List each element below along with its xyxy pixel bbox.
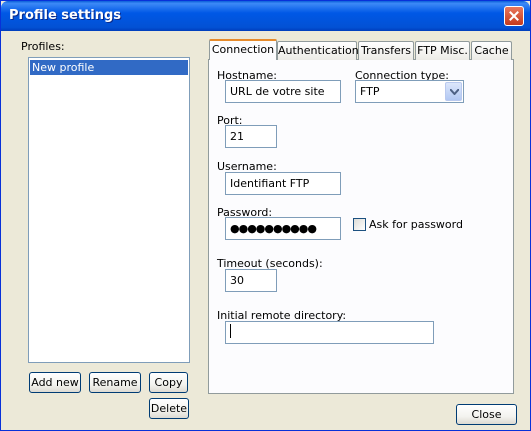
port-input[interactable]: 21 [225,125,277,148]
text-caret [230,324,231,338]
chevron-down-icon[interactable] [445,82,462,101]
ask-password-checkbox[interactable] [353,218,366,231]
tab-ftp-misc[interactable]: FTP Misc. [415,41,470,60]
copy-button[interactable]: Copy [149,372,188,393]
timeout-input[interactable]: 30 [225,269,277,292]
hostname-input[interactable]: URL de votre site [225,80,341,103]
username-input[interactable]: Identifiant FTP [225,172,341,195]
window-title: Profile settings [9,8,122,23]
tab-authentication[interactable]: Authentication [277,41,359,60]
add-new-button[interactable]: Add new [29,372,81,393]
password-input[interactable]: ●●●●●●●●●● [225,217,341,240]
tab-transfers[interactable]: Transfers [358,41,414,60]
tab-cache[interactable]: Cache [471,41,512,60]
window-close-icon[interactable] [504,6,524,26]
ask-password-label: Ask for password [369,218,463,231]
connection-type-value: FTP [360,85,380,98]
connection-type-select[interactable]: FTP [355,80,464,103]
close-button[interactable]: Close [456,404,517,425]
profile-settings-dialog: Profile settings Profiles: New profile A… [0,0,531,431]
profiles-label: Profiles: [21,40,65,53]
tab-connection[interactable]: Connection [209,39,277,60]
list-item[interactable]: New profile [30,60,188,75]
delete-button[interactable]: Delete [149,398,189,419]
rename-button[interactable]: Rename [89,372,141,393]
title-bar[interactable]: Profile settings [1,1,530,31]
profiles-list[interactable]: New profile [28,57,190,363]
initial-dir-input[interactable] [225,321,434,344]
